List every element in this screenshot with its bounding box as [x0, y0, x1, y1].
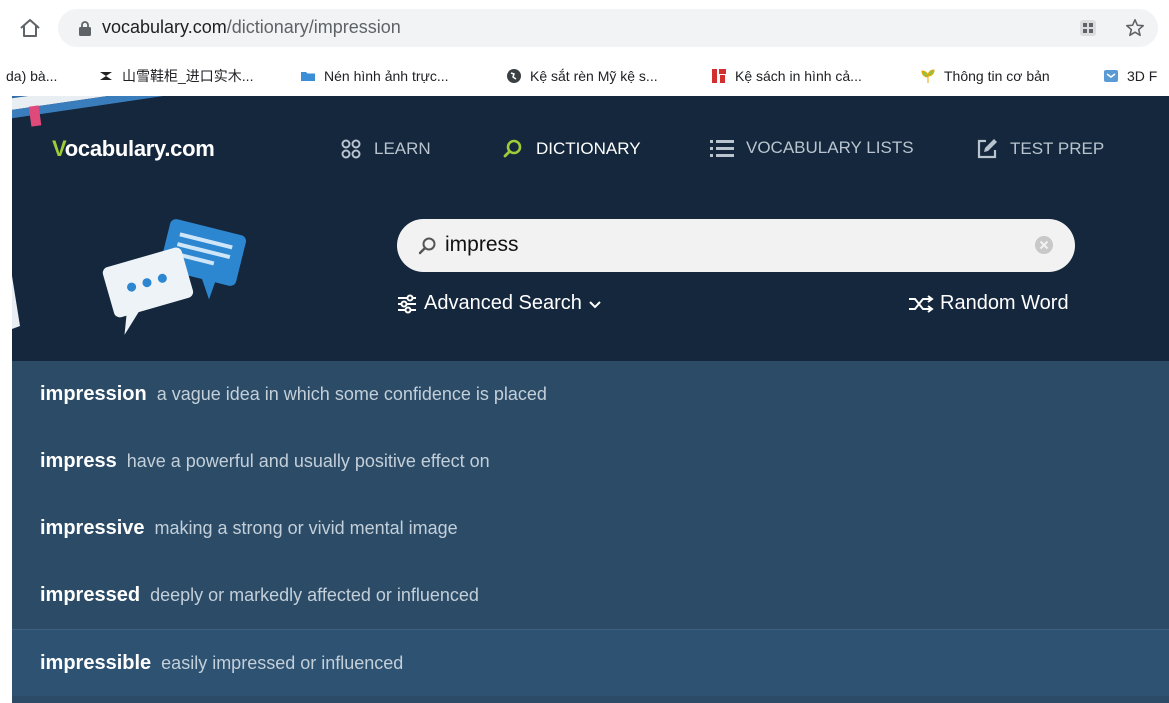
url-domain: vocabulary.com	[102, 17, 227, 37]
advanced-search-label: Advanced Search	[424, 292, 582, 314]
nav-label: TEST PREP	[1010, 139, 1105, 158]
suggestion-word: impressive	[40, 517, 145, 539]
edit-icon	[977, 139, 997, 159]
bookmark-item-1[interactable]: da) bà...	[6, 67, 57, 85]
bookmark-item-3[interactable]: Nén hình ảnh trực...	[300, 67, 449, 85]
bookmark-label: 山雪鞋柜_进口实木...	[122, 68, 254, 84]
suggestion-item[interactable]: impression a vague idea in which some co…	[12, 361, 1169, 428]
bookmark-label: 3D F	[1127, 68, 1158, 84]
nav-label: DICTIONARY	[536, 139, 641, 158]
nav-learn[interactable]: LEARN	[340, 138, 431, 160]
chevron-down-icon	[589, 300, 601, 308]
grid-circles-icon	[341, 139, 361, 159]
globe-icon	[507, 69, 521, 83]
black-logo-icon	[100, 72, 112, 80]
bookmark-label: da) bà...	[6, 68, 58, 84]
bookmark-label: Nén hình ảnh trực...	[324, 68, 449, 84]
clear-search-icon[interactable]	[1033, 234, 1055, 256]
nav-test-prep[interactable]: TEST PREP	[976, 138, 1104, 160]
search-box[interactable]	[397, 219, 1075, 272]
suggestion-item[interactable]: impressive making a strong or vivid ment…	[12, 495, 1169, 562]
suggestion-item[interactable]: impressible easily impressed or influenc…	[12, 629, 1169, 696]
random-word-button[interactable]: Random Word	[908, 292, 1069, 315]
suggestion-item[interactable]: impressed deeply or markedly affected or…	[12, 562, 1169, 629]
list-icon	[710, 140, 734, 157]
bookmark-label: Kệ sắt rèn Mỹ kệ s...	[530, 68, 658, 84]
edge-decoration-icon	[12, 276, 20, 329]
home-icon[interactable]	[18, 16, 42, 40]
vocabulary-site: Vocabulary.com LEARN DICTIONARY VOCABULA…	[12, 96, 1169, 703]
random-word-label: Random Word	[940, 292, 1069, 314]
site-header: Vocabulary.com LEARN DICTIONARY VOCABULA…	[12, 96, 1169, 361]
suggestion-definition: making a strong or vivid mental image	[154, 518, 458, 538]
suggestion-definition: easily impressed or influenced	[161, 652, 404, 673]
logo-text: ocabulary.com	[64, 136, 215, 161]
star-icon[interactable]	[1124, 17, 1146, 39]
suggestion-definition: a vague idea in which some confidence is…	[156, 384, 547, 404]
bookmark-item-7[interactable]: 3D F	[1103, 67, 1157, 85]
lock-icon	[79, 21, 91, 36]
search-icon	[418, 237, 436, 255]
suggestion-word: impressed	[40, 584, 141, 606]
shuffle-icon	[909, 294, 934, 313]
suggestion-word: impressible	[40, 651, 152, 674]
site-logo[interactable]: Vocabulary.com	[52, 136, 215, 162]
bookmarks-bar: da) bà... 山雪鞋柜_进口实木... Nén hình ảnh trực…	[0, 56, 1169, 96]
suggestion-word: impression	[40, 383, 147, 405]
nav-dictionary[interactable]: DICTIONARY	[502, 138, 641, 160]
search-input[interactable]	[445, 229, 1005, 261]
plant-icon	[921, 69, 935, 83]
bookmark-label: Kệ sách in hình cả...	[735, 68, 862, 84]
bookmark-item-4[interactable]: Kệ sắt rèn Mỹ kệ s...	[506, 67, 658, 85]
bookmark-item-2[interactable]: 山雪鞋柜_进口实木...	[98, 67, 253, 85]
search-icon	[503, 139, 522, 158]
nav-vocabulary-lists[interactable]: VOCABULARY LISTS	[710, 138, 914, 158]
browser-toolbar: vocabulary.com/dictionary/impression	[0, 0, 1169, 56]
suggestions-list: impression a vague idea in which some co…	[12, 361, 1169, 703]
suggestion-word: impress	[40, 450, 117, 472]
url-path: /dictionary/impression	[226, 17, 401, 37]
suggestion-definition: deeply or markedly affected or influence…	[150, 585, 479, 605]
url-text[interactable]: vocabulary.com/dictionary/impression	[102, 17, 401, 38]
suggestion-item[interactable]: impress have a powerful and usually posi…	[12, 428, 1169, 495]
suggestion-definition: have a powerful and usually positive eff…	[126, 451, 490, 471]
sliders-icon	[398, 294, 416, 313]
advanced-search-button[interactable]: Advanced Search	[396, 292, 602, 315]
blue-box-icon	[1104, 70, 1118, 82]
chat-bubbles-icon	[102, 219, 247, 335]
bookmark-item-6[interactable]: Thông tin cơ bản	[920, 67, 1050, 85]
address-bar[interactable]: vocabulary.com/dictionary/impression	[58, 9, 1158, 47]
nav-label: VOCABULARY LISTS	[746, 138, 914, 157]
extension-grid-icon[interactable]	[1078, 18, 1098, 38]
bookmark-item-5[interactable]: Kệ sách in hình cả...	[711, 67, 862, 85]
red-logo-icon	[712, 69, 726, 83]
folder-blue-icon	[301, 72, 315, 81]
logo-v: V	[52, 136, 65, 161]
nav-label: LEARN	[374, 139, 431, 158]
bookmark-label: Thông tin cơ bản	[944, 68, 1050, 84]
